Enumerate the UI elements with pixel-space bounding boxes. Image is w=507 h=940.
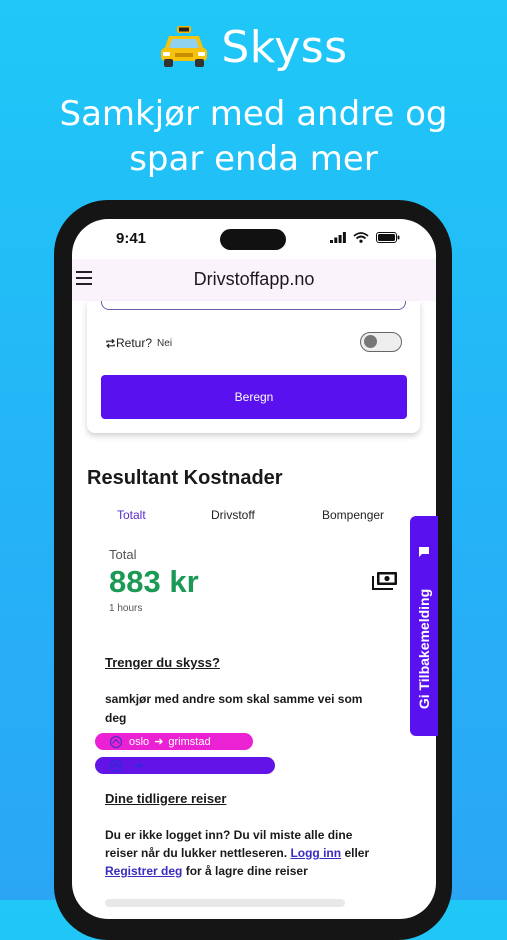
tab-totalt[interactable]: Totalt — [117, 508, 146, 522]
wifi-icon — [353, 232, 369, 243]
login-link[interactable]: Logg inn — [290, 846, 341, 860]
tab-bompenger[interactable]: Bompenger — [322, 508, 384, 522]
destination-input[interactable] — [101, 301, 406, 310]
cellular-signal-icon — [330, 232, 346, 243]
history-heading: Dine tidligere reiser — [105, 791, 227, 806]
total-value: 883 kr — [109, 564, 199, 599]
total-label: Total — [109, 547, 137, 562]
arrow-right-icon: ➜ — [154, 736, 164, 748]
results-title: Resultant Kostnader — [87, 467, 283, 489]
trip-form-card: Retur? Nei Beregn — [87, 301, 420, 433]
history-text-after: for å lagre dine reiser — [185, 864, 308, 878]
retur-row: Retur? Nei — [105, 336, 172, 350]
phone-screen: 9:41 Drivstoffapp.no Retur? Nei Beregn R… — [72, 219, 436, 919]
history-middle: eller — [344, 846, 370, 860]
promo-title: Skyss — [0, 22, 507, 79]
retur-toggle[interactable] — [360, 332, 402, 352]
feedback-label: Gi Tilbakemelding — [416, 588, 432, 710]
retur-label: Retur? — [116, 336, 153, 350]
route-to: grimstad — [168, 735, 211, 748]
calculate-button[interactable]: Beregn — [101, 375, 407, 419]
promo-subtitle: Samkjør med andre og spar enda mer — [59, 94, 448, 179]
battery-icon — [376, 232, 400, 243]
dynamic-island — [220, 229, 286, 250]
route-from: oslo — [129, 735, 150, 748]
toggle-knob — [364, 335, 377, 348]
repeat-icon — [106, 338, 115, 348]
trip-duration: 1 hours — [109, 603, 143, 614]
rideshare-heading[interactable]: Trenger du skyss? — [105, 655, 220, 670]
money-icon — [372, 571, 398, 596]
share-ride-icon — [109, 735, 123, 748]
promo-title-text: Skyss — [221, 22, 348, 73]
app-title: Drivstoffapp.no — [193, 269, 315, 289]
taxi-icon — [159, 24, 209, 79]
rideshare-description: samkjør med andre som skal samme vei som… — [105, 692, 363, 725]
history-text: Du er ikke logget inn? Du vil miste alle… — [105, 826, 377, 880]
share-ride-icon — [109, 759, 123, 772]
status-bar: 9:41 — [72, 219, 436, 259]
results-tabs: Totalt Drivstoff Bompenger — [72, 508, 436, 528]
tab-drivstoff[interactable]: Drivstoff — [211, 508, 255, 522]
retur-value: Nei — [157, 337, 173, 349]
route-chip[interactable]: oslo ➜ grimstad — [95, 733, 253, 750]
app-bar: Drivstoffapp.no — [72, 259, 436, 301]
status-time: 9:41 — [116, 230, 147, 247]
faded-content — [105, 899, 345, 907]
status-icons — [330, 232, 400, 243]
feedback-button[interactable]: Gi Tilbakemelding — [410, 516, 438, 736]
chat-icon — [419, 547, 429, 557]
arrow-right-icon: ➜ — [134, 760, 144, 772]
register-link[interactable]: Registrer deg — [105, 864, 182, 878]
route-chip[interactable]: ➜ — [95, 757, 275, 774]
